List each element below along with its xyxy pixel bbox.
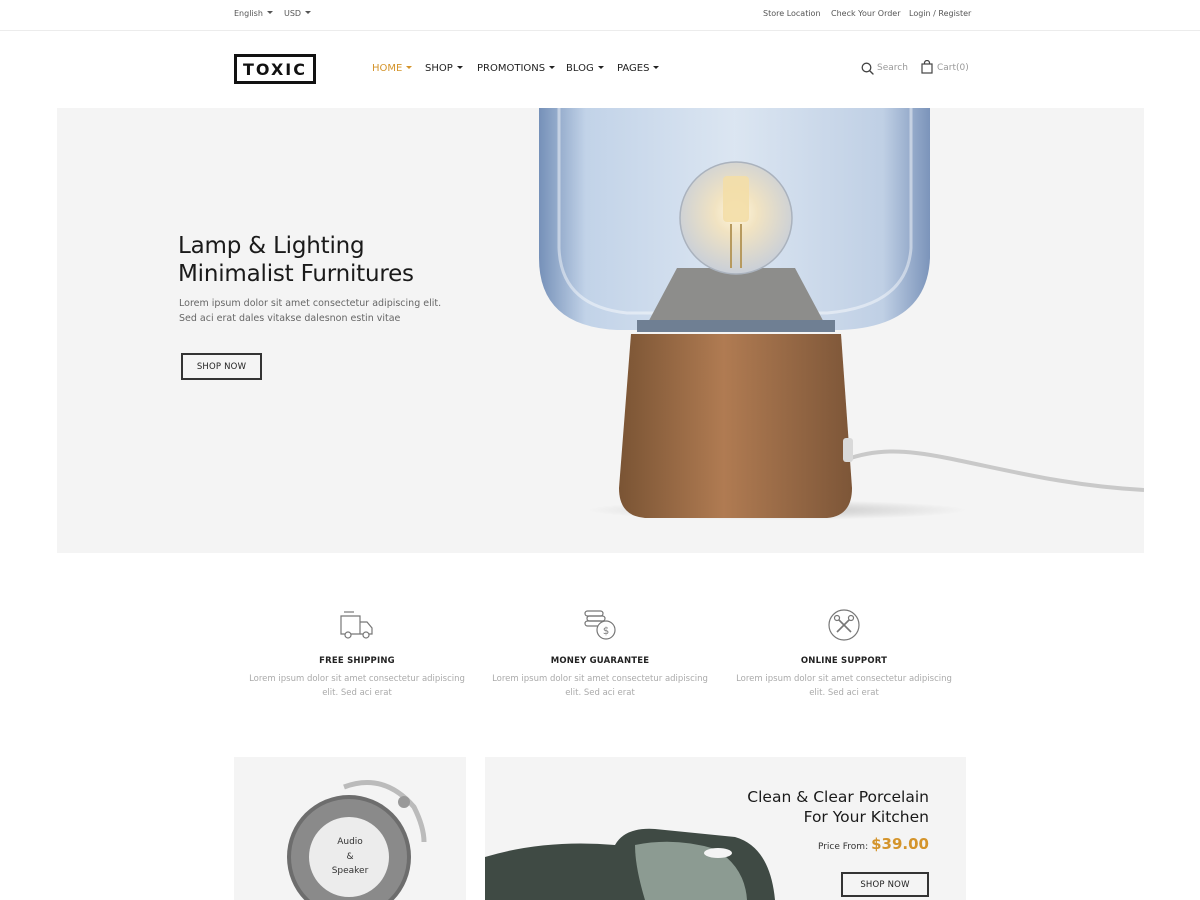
search-icon[interactable] (861, 62, 874, 75)
tools-support-icon (828, 609, 860, 641)
nav-shop[interactable]: SHOP (425, 63, 463, 74)
chevron-down-icon (653, 65, 660, 69)
language-selector[interactable]: English (234, 9, 273, 18)
feature-text-line: elit. Sed aci erat (322, 688, 392, 698)
top-bar: English USD Store Location Check Your Or… (0, 0, 1200, 31)
price-label: Price From: (817, 842, 869, 852)
price-value: $39.00 (871, 835, 929, 853)
logo-text: TOXIC (243, 59, 307, 79)
chevron-down-icon (305, 11, 312, 14)
store-location-link[interactable]: Store Location (763, 9, 821, 18)
banner-price: Price From: $39.00 (818, 834, 929, 853)
shopping-bag-icon[interactable] (921, 60, 933, 74)
cart-label[interactable]: Cart(0) (937, 63, 969, 73)
speaker-label: Audio & Speaker (309, 835, 391, 879)
speaker-banner[interactable]: Audio & Speaker (234, 757, 466, 900)
hero-description-line: Sed aci erat dales vitakse dalesnon esti… (179, 313, 401, 324)
feature-text: Lorem ipsum dolor sit amet consectetur a… (728, 672, 960, 700)
feature-text-line: Lorem ipsum dolor sit amet consectetur a… (736, 674, 952, 684)
login-register-link[interactable]: Login / Register (909, 9, 971, 18)
feature-free-shipping: FREE SHIPPING Lorem ipsum dolor sit amet… (241, 608, 473, 700)
speaker-label-line: & (346, 851, 354, 862)
lamp-image (539, 108, 1144, 520)
check-order-link[interactable]: Check Your Order (831, 9, 901, 18)
nav-promotions[interactable]: PROMOTIONS (477, 63, 556, 74)
currency-label: USD (284, 9, 302, 18)
chevron-down-icon (549, 65, 556, 69)
hero-description: Lorem ipsum dolor sit amet consectetur a… (179, 296, 469, 326)
nav-home[interactable]: HOME (372, 63, 413, 74)
nav-blog[interactable]: BLOG (566, 63, 604, 74)
search-label[interactable]: Search (877, 63, 908, 73)
feature-text-line: Lorem ipsum dolor sit amet consectetur a… (492, 674, 708, 684)
banner-title: Clean & Clear Porcelain For Your Kitchen (747, 787, 929, 827)
nav-label: HOME (372, 63, 403, 74)
feature-text-line: elit. Sed aci erat (565, 688, 635, 698)
nav-pages[interactable]: PAGES (617, 63, 660, 74)
nav-label: PAGES (617, 63, 650, 74)
banner-title-line: Clean & Clear Porcelain (747, 788, 929, 806)
feature-title: ONLINE SUPPORT (800, 656, 888, 666)
banner-title-line: For Your Kitchen (803, 808, 929, 826)
hero-title: Lamp & Lighting Minimalist Furnitures (178, 232, 414, 288)
nav-label: SHOP (425, 63, 453, 74)
feature-text: Lorem ipsum dolor sit amet consectetur a… (241, 672, 473, 700)
hero-title-line: Lamp & Lighting (178, 233, 365, 259)
hero-title-line: Minimalist Furnitures (178, 261, 414, 287)
banner-shop-now-button[interactable]: SHOP NOW (841, 872, 929, 897)
hero-banner: Lamp & Lighting Minimalist Furnitures Lo… (57, 108, 1144, 553)
chevron-down-icon (456, 65, 463, 69)
chevron-down-icon (266, 11, 273, 14)
feature-text-line: Lorem ipsum dolor sit amet consectetur a… (249, 674, 465, 684)
feature-title: MONEY GUARANTEE (550, 656, 650, 666)
chevron-down-icon (597, 65, 604, 69)
currency-selector[interactable]: USD (284, 9, 312, 18)
svg-text:$: $ (603, 626, 609, 637)
feature-money-guarantee: $ MONEY GUARANTEE Lorem ipsum dolor sit … (484, 608, 716, 700)
coins-dollar-icon: $ (584, 610, 616, 640)
feature-text: Lorem ipsum dolor sit amet consectetur a… (484, 672, 716, 700)
site-logo[interactable]: TOXIC (234, 54, 316, 84)
hero-shop-now-button[interactable]: SHOP NOW (181, 353, 262, 380)
delivery-truck-icon (340, 611, 373, 639)
speaker-label-line: Audio (337, 837, 363, 847)
nav-label: BLOG (566, 63, 594, 74)
tray-image (485, 828, 775, 900)
feature-online-support: ONLINE SUPPORT Lorem ipsum dolor sit ame… (728, 608, 960, 700)
language-label: English (234, 9, 263, 18)
nav-label: PROMOTIONS (477, 63, 546, 74)
porcelain-banner[interactable]: Clean & Clear Porcelain For Your Kitchen… (485, 757, 966, 900)
hero-description-line: Lorem ipsum dolor sit amet consectetur a… (179, 298, 442, 309)
feature-text-line: elit. Sed aci erat (809, 688, 879, 698)
speaker-label-line: Speaker (331, 866, 369, 876)
chevron-down-icon (406, 65, 413, 69)
feature-title: FREE SHIPPING (319, 656, 395, 666)
